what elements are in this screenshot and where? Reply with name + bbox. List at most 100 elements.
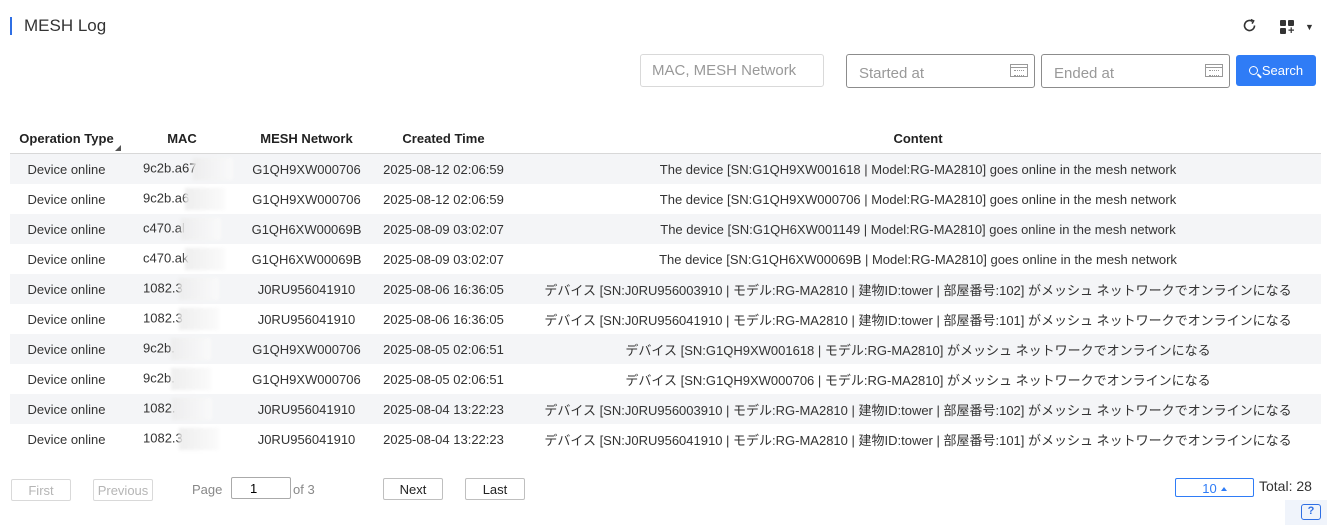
table-row: Device online 1082.3 J0RU956041910 2025-08-… (10, 424, 1321, 454)
cell-mesh-network: G1QH9XW000706 (241, 364, 372, 394)
cell-mesh-network: G1QH6XW00069B (241, 244, 372, 274)
cell-operation-type: Device online (10, 244, 123, 274)
cell-mesh-network: J0RU956041910 (241, 304, 372, 334)
mac-redaction (178, 308, 219, 330)
cell-created-time: 2025-08-09 03:02:07 (372, 244, 515, 274)
mac-redaction (178, 278, 219, 300)
last-page-button[interactable]: Last (465, 478, 525, 500)
search-icon (1248, 66, 1258, 75)
next-page-button[interactable]: Next (383, 478, 443, 500)
table-row: Device online 1082.3 J0RU956041910 2025-08-… (10, 274, 1321, 304)
page-size-value: 10 (1202, 481, 1217, 496)
table-row: Device online 9c2b. G1QH9XW000706 2025-08-0… (10, 334, 1321, 364)
cell-created-time: 2025-08-04 13:22:23 (372, 394, 515, 424)
cell-created-time: 2025-08-06 16:36:05 (372, 304, 515, 334)
search-button-label: Search (1261, 63, 1304, 78)
cell-content: デバイス [SN:J0RU956003910 | モデル:RG-MA2810 |… (515, 394, 1321, 424)
cell-mac: 1082.3 (123, 274, 241, 304)
cell-mac: 1082. (123, 394, 241, 424)
page-size-select[interactable]: 10 (1175, 478, 1254, 497)
cell-mac: 9c2b.a6 (123, 184, 241, 214)
cell-mac: 9c2b. (123, 364, 241, 394)
search-input[interactable] (640, 54, 824, 87)
cell-operation-type: Device online (10, 334, 123, 364)
cell-mesh-network: G1QH9XW000706 (241, 184, 372, 214)
end-date-field[interactable] (1042, 55, 1216, 89)
help-widget[interactable]: ? (1285, 500, 1327, 525)
mac-value: 9c2b.a67 (143, 160, 197, 176)
cell-operation-type: Device online (10, 214, 123, 244)
column-header-label: Operation Type (19, 131, 114, 146)
cell-operation-type: Device online (10, 153, 123, 184)
grid-add-icon[interactable]: + (1280, 20, 1294, 37)
table-row: Device online 9c2b.a67 G1QH9XW000706 2025-0… (10, 153, 1321, 184)
caret-down-icon[interactable]: ▼ (1305, 22, 1314, 32)
cell-content: The device [SN:G1QH6XW00069B | Model:RG-… (515, 244, 1321, 274)
cell-content: デバイス [SN:J0RU956041910 | モデル:RG-MA2810 |… (515, 424, 1321, 454)
cell-content: デバイス [SN:G1QH9XW001618 | モデル:RG-MA2810] … (515, 334, 1321, 364)
mac-redaction (184, 248, 225, 270)
page-label: Page (192, 482, 223, 497)
page-count-label: of 3 (293, 482, 315, 497)
column-header-created-time: Created Time (372, 124, 515, 154)
start-date-field[interactable] (847, 55, 1021, 89)
cell-operation-type: Device online (10, 304, 123, 334)
caret-up-icon (1220, 486, 1227, 491)
table-row: Device online c470.al G1QH6XW00069B 2025-08… (10, 214, 1321, 244)
cell-operation-type: Device online (10, 424, 123, 454)
table-row: Device online 9c2b.a6 G1QH9XW000706 2025-08… (10, 184, 1321, 214)
cell-mac: 1082.3 (123, 424, 241, 454)
help-chat-icon[interactable]: ? (1301, 504, 1321, 520)
column-header-mac: MAC (123, 124, 241, 154)
mac-value: 1082.3 (143, 310, 183, 326)
title-accent-bar (10, 17, 12, 35)
mac-value: 1082.3 (143, 430, 183, 446)
cell-mac: 1082.3 (123, 304, 241, 334)
cell-content: デバイス [SN:J0RU956003910 | モデル:RG-MA2810 |… (515, 274, 1321, 304)
table-row: Device online c470.ak G1QH6XW00069B 2025-08… (10, 244, 1321, 274)
page-number-input[interactable] (231, 477, 291, 499)
cell-mesh-network: J0RU956041910 (241, 424, 372, 454)
refresh-icon[interactable] (1241, 17, 1258, 38)
cell-created-time: 2025-08-05 02:06:51 (372, 364, 515, 394)
cell-operation-type: Device online (10, 364, 123, 394)
cell-mesh-network: J0RU956041910 (241, 274, 372, 304)
first-page-button[interactable]: First (11, 479, 71, 501)
mac-redaction (170, 368, 211, 390)
cell-created-time: 2025-08-04 13:22:23 (372, 424, 515, 454)
search-button[interactable]: Search (1236, 55, 1316, 86)
cell-mesh-network: G1QH9XW000706 (241, 334, 372, 364)
previous-page-button[interactable]: Previous (93, 479, 153, 501)
cell-content: デバイス [SN:J0RU956041910 | モデル:RG-MA2810 |… (515, 304, 1321, 334)
cell-mac: 9c2b.a67 (123, 153, 241, 184)
sort-icon[interactable] (115, 145, 121, 151)
table-row: Device online 1082. J0RU956041910 2025-08-0… (10, 394, 1321, 424)
cell-mesh-network: G1QH6XW00069B (241, 214, 372, 244)
cell-content: デバイス [SN:G1QH9XW000706 | モデル:RG-MA2810] … (515, 364, 1321, 394)
cell-created-time: 2025-08-05 02:06:51 (372, 334, 515, 364)
cell-created-time: 2025-08-12 02:06:59 (372, 153, 515, 184)
cell-created-time: 2025-08-06 16:36:05 (372, 274, 515, 304)
cell-content: The device [SN:G1QH9XW001618 | Model:RG-… (515, 153, 1321, 184)
cell-operation-type: Device online (10, 184, 123, 214)
cell-created-time: 2025-08-12 02:06:59 (372, 184, 515, 214)
table-row: Device online 9c2b. G1QH9XW000706 2025-08-0… (10, 364, 1321, 394)
column-header-operation-type[interactable]: Operation Type (10, 124, 123, 154)
mac-value: 9c2b.a6 (143, 190, 190, 206)
calendar-icon[interactable] (1205, 64, 1223, 77)
table-header-row: Operation Type MAC MESH Network Created … (10, 124, 1321, 154)
calendar-icon[interactable] (1010, 64, 1028, 77)
cell-operation-type: Device online (10, 274, 123, 304)
mac-redaction (170, 338, 211, 360)
mac-redaction (178, 428, 219, 450)
start-date-picker[interactable] (846, 54, 1035, 89)
end-date-picker[interactable] (1041, 54, 1230, 89)
cell-operation-type: Device online (10, 394, 123, 424)
cell-mesh-network: G1QH9XW000706 (241, 153, 372, 184)
mac-value: c470.al (143, 220, 185, 236)
cell-mac: 9c2b. (123, 334, 241, 364)
cell-mac: c470.ak (123, 244, 241, 274)
mac-value: c470.ak (143, 250, 189, 266)
page-title: MESH Log (24, 16, 107, 35)
cell-mesh-network: J0RU956041910 (241, 394, 372, 424)
